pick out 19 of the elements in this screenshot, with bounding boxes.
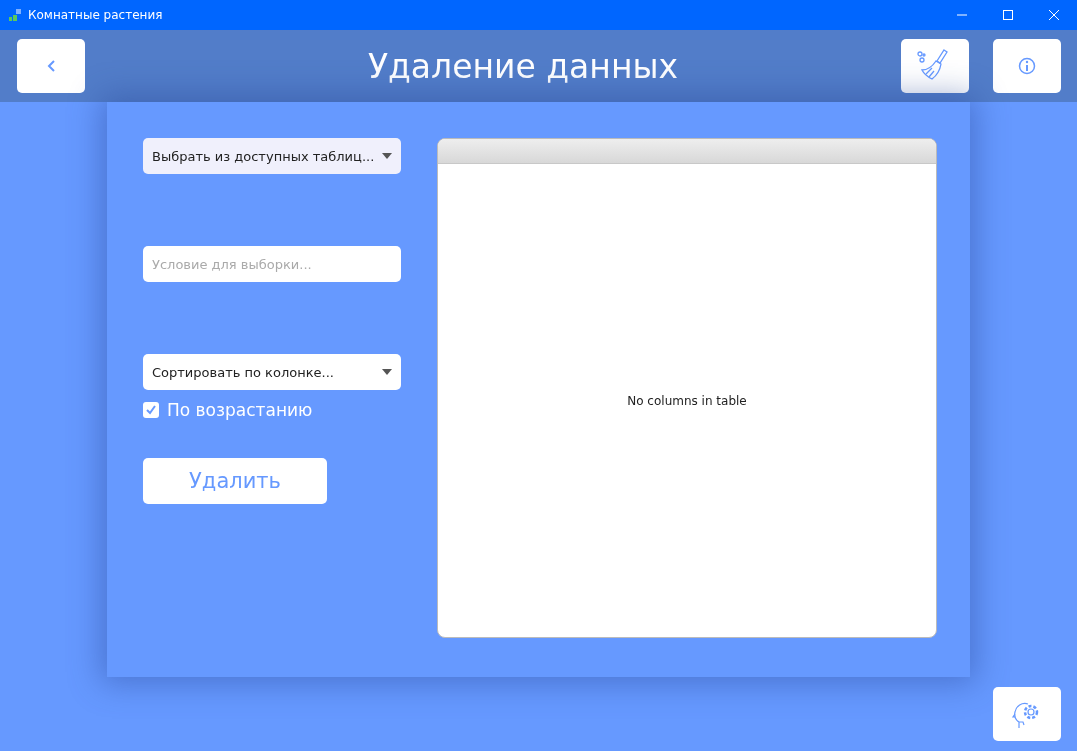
- close-icon: [1049, 10, 1059, 20]
- settings-button[interactable]: [993, 687, 1061, 741]
- info-icon: [1018, 57, 1036, 75]
- check-icon: [145, 404, 157, 416]
- empty-message: No columns in table: [627, 393, 747, 408]
- caret-icon: [382, 369, 392, 375]
- caret-icon: [382, 153, 392, 159]
- plant-icon: [7, 7, 23, 23]
- ascending-checkbox[interactable]: [143, 402, 159, 418]
- checkbox-label: По возрастанию: [167, 400, 313, 420]
- clear-button[interactable]: [901, 39, 969, 93]
- condition-field[interactable]: Условие для выборки...: [143, 246, 401, 282]
- table-dropdown[interactable]: Выбрать из доступных таблиц...: [143, 138, 401, 174]
- back-icon: [46, 59, 56, 73]
- window-title: Комнатные растения: [28, 8, 164, 22]
- sort-dropdown[interactable]: Сортировать по колонке...: [143, 354, 401, 390]
- maximize-icon: [1003, 10, 1013, 20]
- page-title: Удаление данных: [366, 46, 680, 86]
- info-button[interactable]: [993, 39, 1061, 93]
